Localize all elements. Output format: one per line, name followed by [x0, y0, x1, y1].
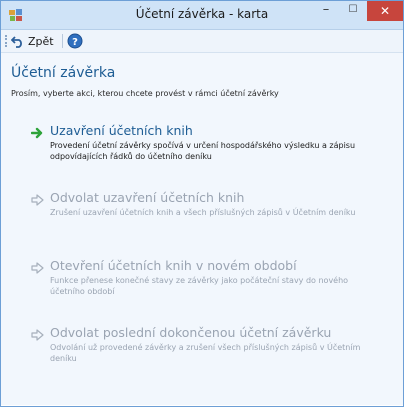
action-title: Odvolat poslední dokončenou účetní závěr…: [50, 325, 332, 340]
minimize-button[interactable]: –: [313, 1, 339, 21]
gray-arrow-icon: [31, 329, 44, 341]
action-title: Uzavření účetních knih: [50, 123, 193, 138]
action-description: Funkce přenese konečné stavy ze závěrky …: [50, 276, 349, 296]
svg-text:?: ?: [72, 37, 78, 48]
toolbar-grip[interactable]: [5, 35, 9, 47]
action-description: Odvolání už provedené závěrky a zrušení …: [50, 343, 361, 363]
green-arrow-icon: [31, 127, 43, 139]
page-subtitle: Prosím, vyberte akci, kterou chcete prov…: [11, 89, 279, 98]
toolbar-separator: [62, 34, 63, 48]
gray-arrow-icon: [31, 194, 44, 206]
close-button[interactable]: ✕: [367, 1, 403, 21]
action-description: Provedení účetní závěrky spočívá v určen…: [50, 141, 356, 161]
toolbar: Zpět ?: [1, 30, 403, 53]
action-title: Odvolat uzavření účetních knih: [50, 190, 245, 205]
undo-arrow-icon: [11, 36, 22, 48]
title-bar[interactable]: Účetní závěrka - karta – ☐ ✕: [1, 1, 403, 30]
maximize-button[interactable]: ☐: [340, 1, 366, 21]
page-title: Účetní závěrka: [11, 65, 116, 81]
action-title: Otevření účetních knih v novém období: [50, 258, 297, 273]
gray-arrow-icon: [31, 262, 44, 274]
help-icon[interactable]: ?: [67, 33, 83, 49]
main-panel: Účetní závěrka Prosím, vyberte akci, kte…: [1, 53, 403, 405]
action-description: Zrušení uzavření účetních knih a všech p…: [50, 208, 356, 217]
back-button[interactable]: Zpět: [11, 33, 54, 49]
back-button-label: Zpět: [28, 34, 54, 48]
window: Účetní závěrka - karta – ☐ ✕ Zpět ? Účet…: [0, 0, 404, 407]
